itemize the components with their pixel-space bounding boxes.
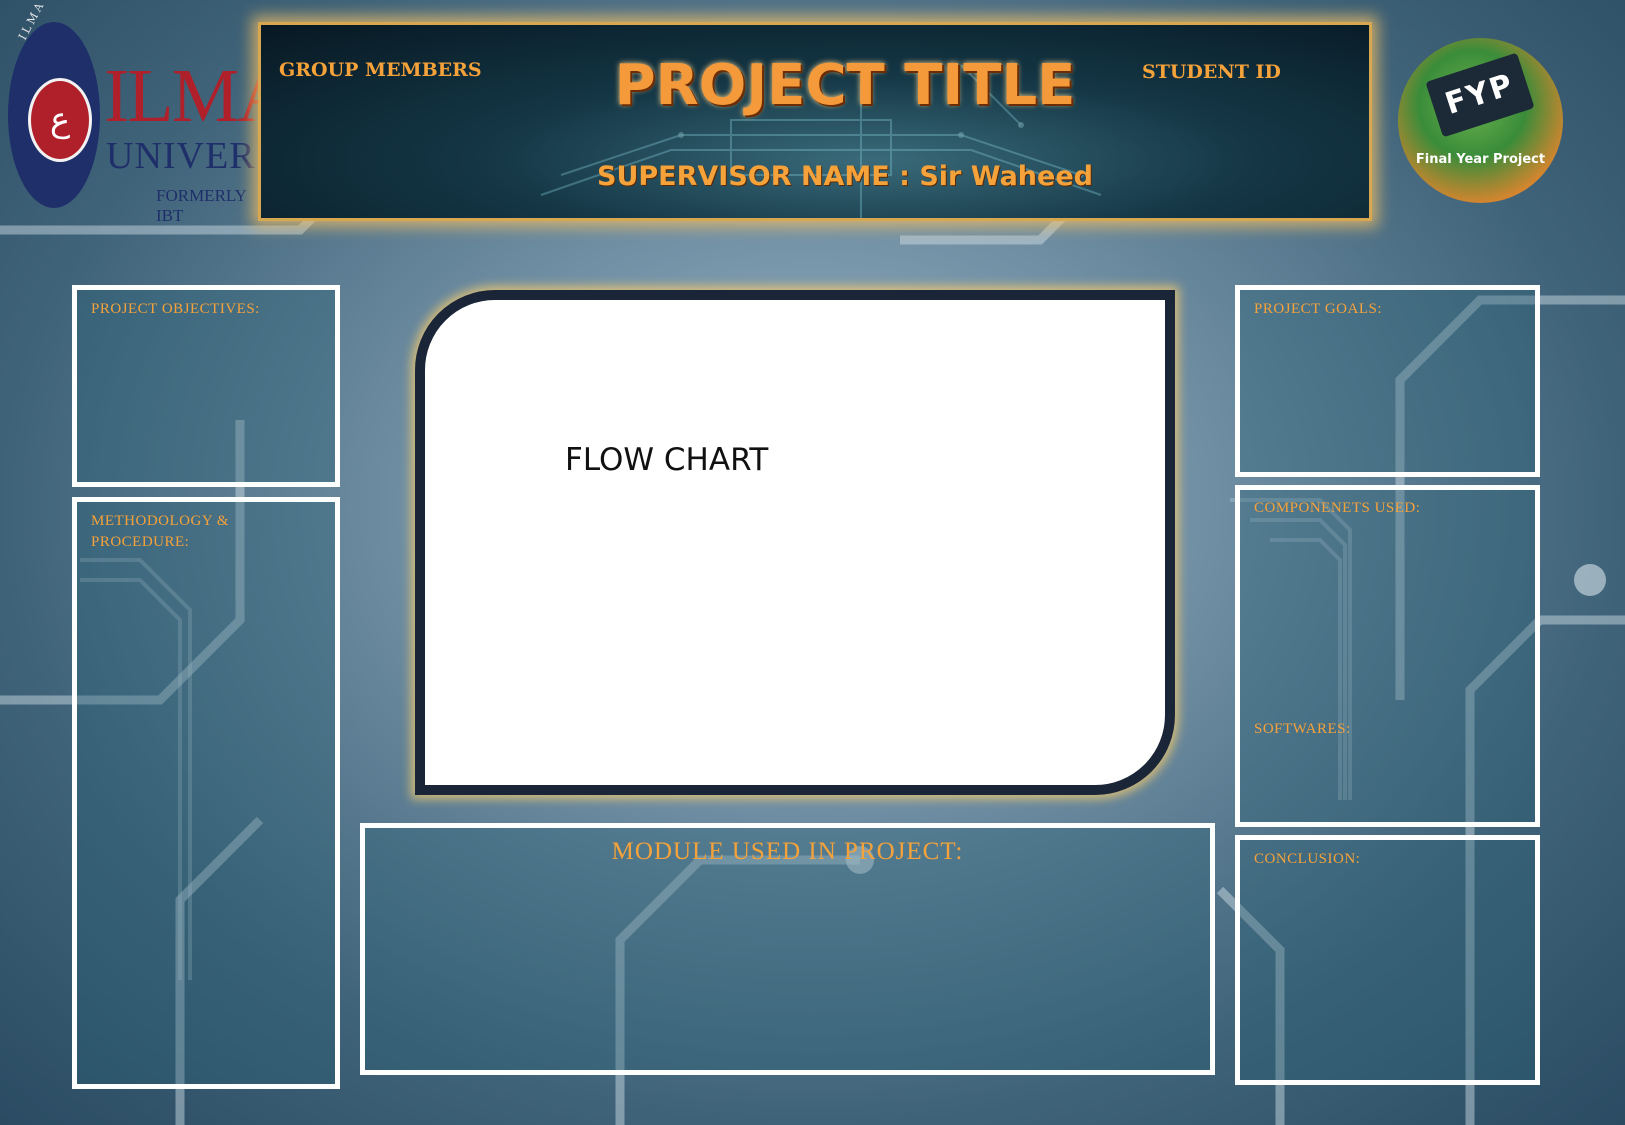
- softwares-label: SOFTWARES:: [1254, 721, 1351, 737]
- components-label: COMPONENETS USED:: [1254, 500, 1421, 516]
- fyp-caption: Final Year Project: [1415, 152, 1546, 167]
- module-panel: MODULE USED IN PROJECT:: [360, 823, 1215, 1075]
- fyp-logo: FYP Final Year Project: [1398, 38, 1563, 203]
- project-objectives-label: PROJECT OBJECTIVES:: [91, 301, 260, 317]
- conclusion-panel: CONCLUSION:: [1235, 835, 1540, 1085]
- university-logo: ILMA UNIVERSITY ع ILMA UNIVERSITY FORMER…: [6, 0, 343, 225]
- logo-formerly-text: FORMERLY IBT: [156, 186, 247, 225]
- flow-chart-panel: FLOW CHART: [415, 290, 1175, 795]
- fyp-chip-icon: FYP: [1425, 52, 1535, 138]
- project-goals-label: PROJECT GOALS:: [1254, 301, 1382, 317]
- components-panel: COMPONENETS USED: SOFTWARES:: [1235, 485, 1540, 827]
- student-id-label: STUDENT ID: [1142, 61, 1281, 83]
- project-objectives-panel: PROJECT OBJECTIVES:: [72, 285, 340, 487]
- conclusion-label: CONCLUSION:: [1254, 851, 1361, 867]
- logo-emblem: ع: [28, 78, 92, 162]
- module-label: MODULE USED IN PROJECT:: [611, 838, 964, 865]
- supervisor-name: SUPERVISOR NAME : Sir Waheed: [597, 161, 1093, 192]
- title-banner: GROUP MEMBERS PROJECT TITLE STUDENT ID S…: [258, 22, 1372, 221]
- project-goals-panel: PROJECT GOALS:: [1235, 285, 1540, 477]
- methodology-panel: METHODOLOGY & PROCEDURE:: [72, 497, 340, 1089]
- methodology-label: METHODOLOGY & PROCEDURE:: [91, 513, 230, 550]
- flow-chart-label: FLOW CHART: [565, 442, 769, 478]
